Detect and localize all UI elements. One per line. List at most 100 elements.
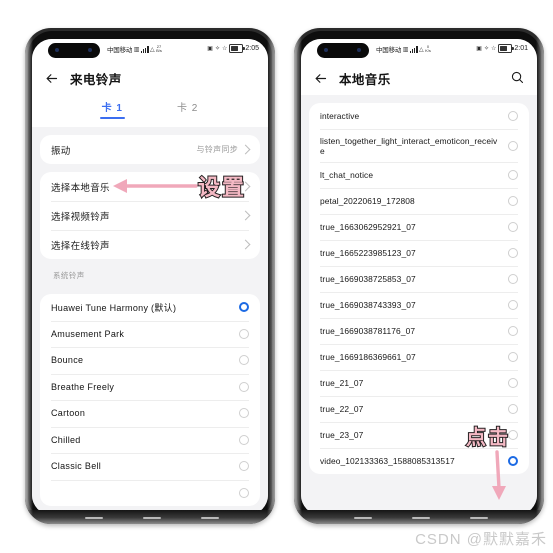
tab-sim-1[interactable]: 卡 1 (98, 97, 127, 120)
track-row[interactable]: true_1665223985123_07 (309, 240, 529, 266)
signal-bars-icon (140, 45, 149, 53)
page-title: 本地音乐 (339, 72, 391, 87)
track-row[interactable]: true_1669038743393_07 (309, 292, 529, 318)
track-row[interactable]: true_1669038781176_07 (309, 318, 529, 344)
track-row[interactable]: true_22_07 (309, 396, 529, 422)
status-bar: 中国移动 ▥ △ 0 K/s ▣ ✧ ☆ 2:01 (301, 39, 537, 61)
ringtone-row[interactable]: Bounce (40, 347, 260, 374)
bluetooth-icon: ✧ (214, 45, 220, 52)
radio-icon[interactable] (508, 274, 518, 284)
net-speed-unit: K/s (425, 48, 431, 53)
local-music-card: interactive listen_together_light_intera… (309, 103, 529, 474)
ringtone-row[interactable]: Classic Bell (40, 453, 260, 480)
track-row[interactable]: true_1663062952921_07 (309, 214, 529, 240)
track-label: petal_20220619_172808 (320, 196, 415, 206)
track-label: true_22_07 (320, 404, 364, 414)
chevron-right-icon (240, 239, 251, 250)
net-speed: 27 B/s (156, 45, 162, 53)
track-row[interactable]: true_23_07 (309, 422, 529, 448)
radio-icon[interactable] (239, 408, 249, 419)
chin-antenna-lines (294, 517, 544, 520)
radio-icon[interactable] (508, 300, 518, 310)
radio-icon[interactable] (239, 487, 249, 498)
ringtone-row[interactable] (40, 479, 260, 507)
radio-icon[interactable] (508, 170, 518, 180)
track-label: true_1665223985123_07 (320, 248, 416, 258)
track-row[interactable]: true_21_07 (309, 370, 529, 396)
radio-icon[interactable] (508, 352, 518, 362)
ringtone-label: Breathe Freely (51, 381, 115, 392)
row-vibration[interactable]: 振动 与铃声同步 (40, 135, 260, 164)
status-bar-left: 中国移动 ▥ △ 27 B/s (107, 44, 162, 54)
radio-icon[interactable] (508, 404, 518, 414)
row-select-video-ringtone[interactable]: 选择视频铃声 (40, 201, 260, 230)
track-label: true_1669038781176_07 (320, 326, 416, 336)
ringtone-row[interactable]: Amusement Park (40, 320, 260, 348)
radio-icon[interactable] (508, 196, 518, 206)
track-row[interactable]: true_1669038725853_07 (309, 266, 529, 292)
ringtone-row[interactable]: Chilled (40, 426, 260, 454)
radio-icon[interactable] (508, 222, 518, 232)
ringtone-row[interactable]: Cartoon (40, 400, 260, 427)
radio-icon[interactable] (508, 140, 518, 151)
vibration-card: 振动 与铃声同步 (40, 135, 260, 164)
ringtone-row[interactable]: Breathe Freely (40, 373, 260, 401)
page-title: 来电铃声 (70, 72, 122, 87)
row-select-online-ringtone[interactable]: 选择在线铃声 (40, 230, 260, 259)
search-icon[interactable] (510, 70, 525, 85)
wifi-icon: △ (419, 46, 424, 53)
battery-icon (229, 44, 245, 53)
track-row[interactable]: video_102133363_1588085313517 (309, 448, 529, 474)
ringtone-label: Cartoon (51, 408, 86, 419)
system-ringtone-card: Huawei Tune Harmony (默认) Amusement Park … (40, 294, 260, 506)
ringtone-label: Huawei Tune Harmony (默认) (51, 302, 177, 313)
track-label: true_1669038743393_07 (320, 300, 416, 310)
section-header-system-ringtones: 系统铃声 (53, 271, 85, 280)
track-label: true_1663062952921_07 (320, 222, 416, 232)
punch-hole-camera-icon (48, 43, 100, 58)
radio-icon[interactable] (239, 355, 249, 366)
tab-sim-2[interactable]: 卡 2 (173, 97, 202, 120)
radio-icon[interactable] (508, 378, 518, 388)
radio-icon[interactable] (239, 461, 249, 472)
radio-icon[interactable] (508, 326, 518, 336)
right-phone-screen: 中国移动 ▥ △ 0 K/s ▣ ✧ ☆ 2:01 本地音乐 interacti… (301, 39, 537, 515)
track-label: true_1669186369661_07 (320, 352, 416, 362)
radio-icon[interactable] (239, 381, 249, 392)
radio-icon[interactable] (508, 430, 518, 440)
track-label: true_23_07 (320, 430, 364, 440)
ringtone-source-card: 选择本地音乐 选择视频铃声 选择在线铃声 (40, 172, 260, 259)
bluetooth-icon: ✧ (483, 45, 489, 52)
status-bar-right: ▣ ✧ ☆ 2:01 (476, 44, 528, 53)
ringtone-row[interactable]: Huawei Tune Harmony (默认) (40, 294, 260, 321)
row-label: 选择在线铃声 (51, 240, 110, 252)
back-arrow-icon[interactable] (313, 71, 328, 86)
carrier-label: 中国移动 (376, 47, 402, 54)
radio-icon[interactable] (508, 111, 518, 121)
track-row[interactable]: true_1669186369661_07 (309, 344, 529, 370)
wifi-icon: △ (150, 46, 155, 53)
row-select-local-music[interactable]: 选择本地音乐 (40, 172, 260, 201)
punch-hole-camera-icon (317, 43, 369, 58)
radio-icon[interactable] (508, 248, 518, 258)
right-phone-device: 中国移动 ▥ △ 0 K/s ▣ ✧ ☆ 2:01 本地音乐 interacti… (294, 28, 544, 524)
radio-icon[interactable] (239, 302, 249, 313)
ringtone-label: Amusement Park (51, 328, 125, 339)
signal-bars-icon (409, 45, 418, 53)
radio-icon[interactable] (239, 434, 249, 445)
radio-icon[interactable] (239, 328, 249, 339)
settings-body: 振动 与铃声同步 选择本地音乐 选择视频铃声 选择在线铃声 系统铃声 Huawe… (32, 127, 268, 515)
track-row[interactable]: petal_20220619_172808 (309, 188, 529, 214)
status-bar-right: ▣ ✧ ☆ 2:05 (207, 44, 259, 53)
radio-icon[interactable] (508, 456, 518, 466)
ringtone-label: Bounce (51, 355, 84, 366)
track-row[interactable]: interactive (309, 103, 529, 129)
chevron-right-icon (240, 181, 251, 192)
net-speed: 0 K/s (425, 45, 431, 53)
track-row[interactable]: lt_chat_notice (309, 162, 529, 188)
sim-tabs: 卡 1 卡 2 (32, 95, 268, 127)
track-label: lt_chat_notice (320, 170, 374, 180)
back-arrow-icon[interactable] (44, 71, 59, 86)
track-row[interactable]: listen_together_light_interact_emoticon_… (309, 129, 529, 162)
app-header: 本地音乐 (301, 61, 537, 95)
